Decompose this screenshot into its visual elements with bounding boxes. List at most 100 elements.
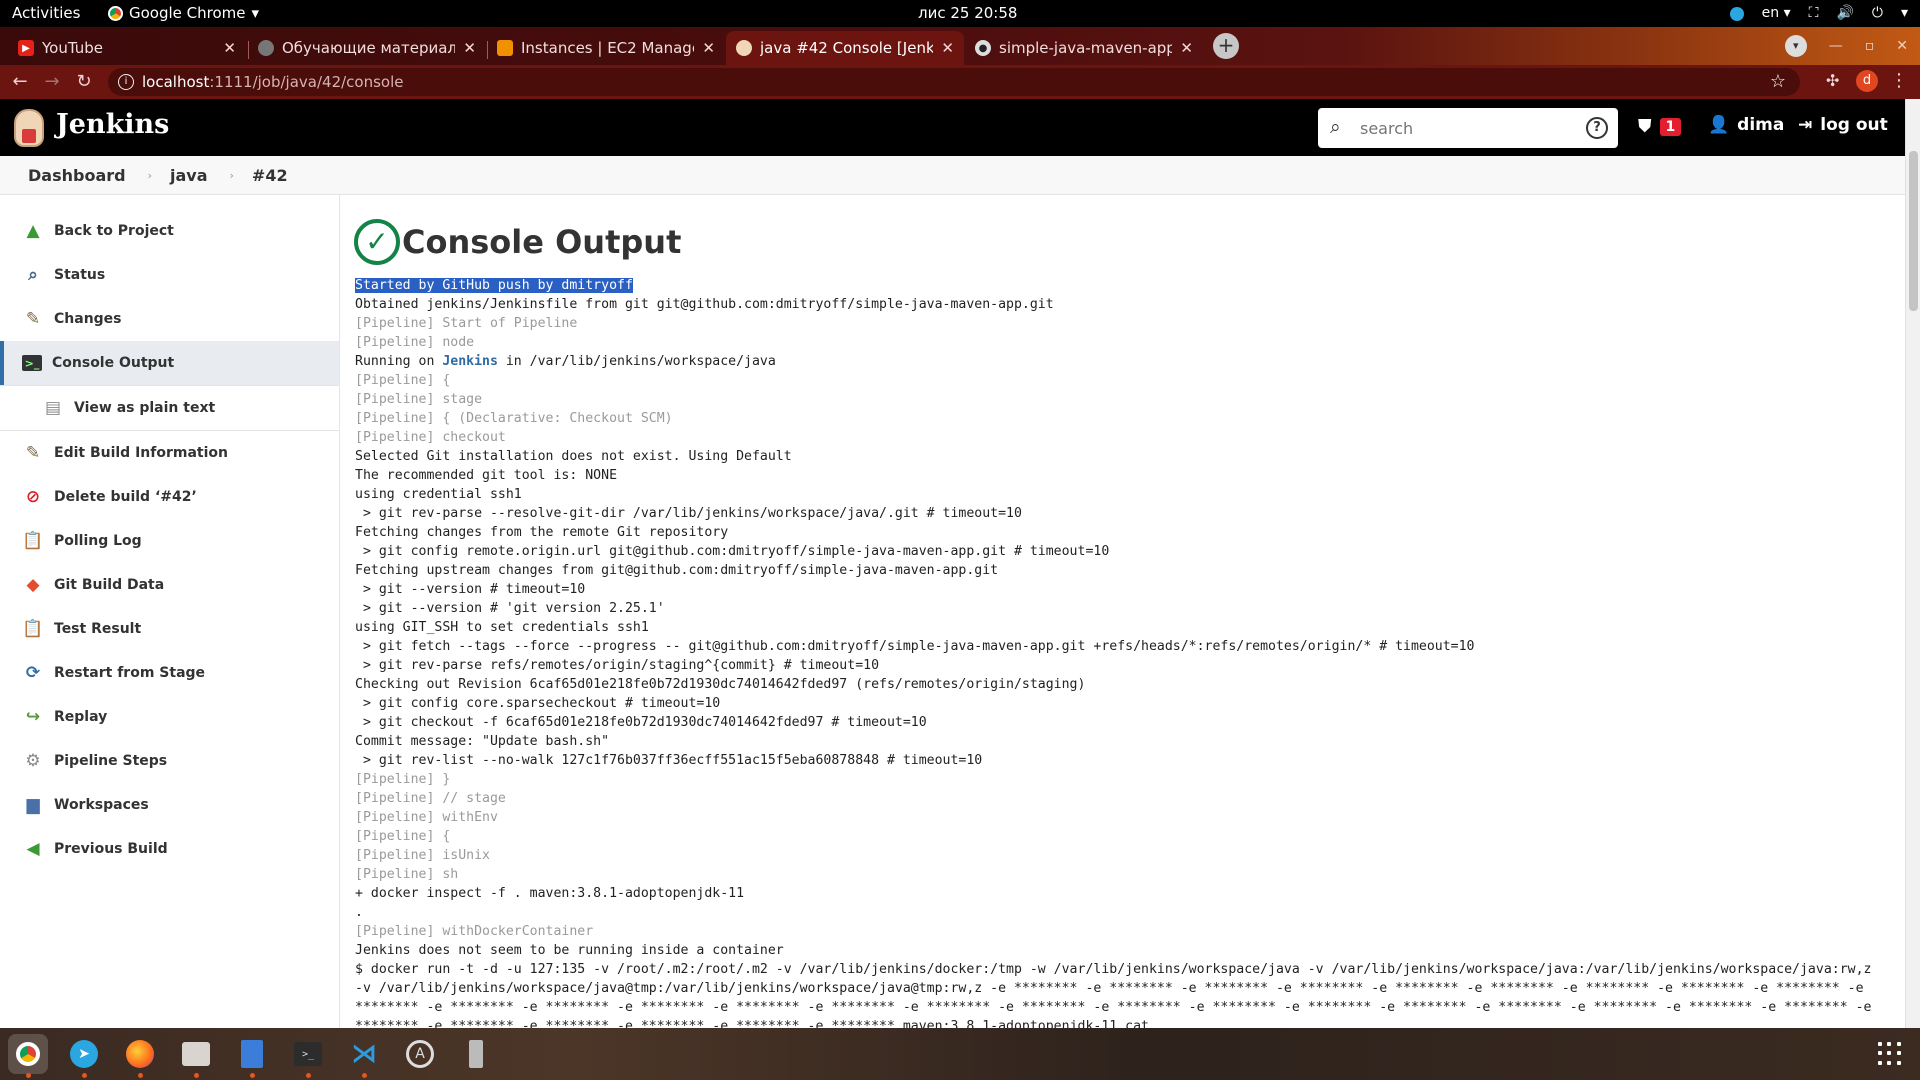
search-box[interactable]: ⌕ ?	[1318, 108, 1618, 148]
replay-icon: ↪	[25, 707, 41, 727]
ubuntu-dock: ➤ >_ ⋊ A	[0, 1028, 1920, 1080]
sidebar-item-label: View as plain text	[74, 400, 216, 416]
close-icon[interactable]: ✕	[941, 39, 954, 57]
breadcrumb-job[interactable]: java	[170, 166, 208, 185]
breadcrumb-build[interactable]: #42	[252, 166, 288, 185]
sidebar-item-label: Test Result	[54, 621, 142, 637]
sidebar-item-replay[interactable]: ↪ Replay	[0, 695, 339, 739]
tab-github[interactable]: ● simple-java-maven-app/d ✕	[965, 31, 1203, 65]
jenkins-brand[interactable]: Jenkins	[56, 109, 169, 140]
app-menu-button[interactable]: Google Chrome ▾	[108, 0, 259, 27]
chevron-down-icon[interactable]: ▾	[1901, 0, 1908, 27]
sidebar-item-label: Changes	[54, 311, 122, 327]
minimize-icon[interactable]: —	[1829, 38, 1843, 54]
back-icon[interactable]: ←	[8, 70, 32, 94]
close-icon[interactable]: ✕	[223, 39, 236, 57]
dock-firefox[interactable]	[120, 1034, 160, 1078]
chrome-menu-icon[interactable]: ⋮	[1890, 70, 1908, 91]
console-line-text: Started by GitHub push by dmitryoff	[355, 278, 633, 293]
clipboard-check-icon: 📋	[22, 619, 44, 639]
network-icon[interactable]: ⛶	[1809, 0, 1819, 27]
sidebar-item-previous-build[interactable]: ◀ Previous Build	[0, 827, 339, 871]
search-input[interactable]	[1360, 116, 1570, 140]
extensions-puzzle-icon[interactable]: ✣	[1826, 71, 1839, 90]
sidebar-item-delete-build[interactable]: ⊘ Delete build ‘#42’	[0, 475, 339, 519]
sidebar-item-status[interactable]: ⌕ Status	[0, 253, 339, 297]
jenkins-logo-icon[interactable]	[14, 109, 44, 147]
sidebar-item-git-build-data[interactable]: ◆ Git Build Data	[0, 563, 339, 607]
sidebar-item-label: Previous Build	[54, 841, 168, 857]
sidebar-item-workspaces[interactable]: ▆ Workspaces	[0, 783, 339, 827]
terminal-icon: >_	[294, 1042, 322, 1066]
console-line-text: [Pipeline] withDockerContainer	[355, 924, 594, 939]
telegram-tray-icon[interactable]	[1729, 6, 1744, 21]
sidebar-item-changes[interactable]: ✎ Changes	[0, 297, 339, 341]
info-icon[interactable]: i	[118, 74, 134, 90]
sidebar-item-console-output[interactable]: >_ Console Output	[0, 341, 339, 385]
console-line-text: Obtained jenkins/Jenkinsfile from git gi…	[355, 297, 1054, 312]
console-log[interactable]: Started by GitHub push by dmitryoff Obtai…	[355, 276, 1900, 1028]
browser-toolbar: ← → ↻ i localhost:1111/job/java/42/conso…	[0, 65, 1920, 99]
dock-document-viewer[interactable]	[232, 1034, 272, 1078]
console-line-text: ******** -e ******** -e ******** -e ****…	[355, 1000, 1872, 1015]
tab-ec2[interactable]: Instances | EC2 Management ✕	[487, 31, 725, 65]
sidebar-item-pipeline-steps[interactable]: ⚙ Pipeline Steps	[0, 739, 339, 783]
tab-learning[interactable]: Обучающие материалы ✕	[248, 31, 486, 65]
dock-chrome[interactable]	[8, 1034, 48, 1078]
dock-files[interactable]	[176, 1034, 216, 1078]
close-icon[interactable]: ✕	[463, 39, 476, 57]
dock-usb-drive[interactable]	[456, 1034, 496, 1074]
logout-link[interactable]: ⇥ log out	[1798, 115, 1888, 135]
bookmark-star-icon[interactable]: ☆	[1770, 68, 1786, 96]
clock[interactable]: лис 25 20:58	[918, 0, 1017, 27]
keyboard-layout-label: en	[1761, 5, 1780, 21]
console-line: $ docker run -t -d -u 127:135 -v /root/.…	[355, 960, 1900, 979]
console-line: Selected Git installation does not exist…	[355, 447, 1900, 466]
dock-telegram[interactable]: ➤	[64, 1034, 104, 1078]
tab-jenkins-console[interactable]: java #42 Console [Jenkins] ✕	[726, 31, 964, 65]
files-icon	[182, 1042, 210, 1066]
sidebar-item-back-to-project[interactable]: ▲ Back to Project	[0, 209, 339, 253]
url-path: :1111/job/java/42/console	[209, 73, 404, 91]
maximize-icon[interactable]: ▫	[1865, 38, 1875, 54]
security-alert[interactable]: ⛊ 1	[1638, 116, 1682, 137]
console-line: ******** -e ******** -e ******** -e ****…	[355, 1017, 1900, 1028]
console-line-text: [Pipeline] withEnv	[355, 810, 498, 825]
page-scrollbar[interactable]	[1905, 99, 1920, 1028]
running-indicator	[138, 1073, 143, 1078]
reload-icon[interactable]: ↻	[72, 70, 96, 94]
dock-vscode[interactable]: ⋊	[344, 1034, 384, 1078]
sidebar-item-polling-log[interactable]: 📋 Polling Log	[0, 519, 339, 563]
sidebar-item-test-result[interactable]: 📋 Test Result	[0, 607, 339, 651]
user-menu[interactable]: 👤 dima	[1708, 115, 1784, 135]
dock-terminal[interactable]: >_	[288, 1034, 328, 1078]
volume-icon[interactable]: 🔊	[1836, 0, 1853, 27]
user-name: dima	[1737, 115, 1785, 135]
breadcrumb-dashboard[interactable]: Dashboard	[28, 166, 126, 185]
sidebar-item-label: Edit Build Information	[54, 445, 228, 461]
usb-drive-icon	[469, 1040, 483, 1068]
forward-icon[interactable]: →	[40, 70, 64, 94]
page-title: ✓ Console Output	[354, 219, 681, 265]
sidebar-item-restart-from-stage[interactable]: ⟳ Restart from Stage	[0, 651, 339, 695]
power-icon[interactable]: ⏻	[1872, 0, 1883, 27]
close-icon[interactable]: ✕	[1180, 39, 1193, 57]
address-bar[interactable]: i localhost:1111/job/java/42/console ☆	[108, 68, 1800, 96]
sidebar-item-edit-build-info[interactable]: ✎ Edit Build Information	[0, 431, 339, 475]
close-icon[interactable]: ✕	[702, 39, 715, 57]
scrollbar-thumb[interactable]	[1909, 151, 1918, 311]
keyboard-layout[interactable]: en ▾	[1762, 0, 1791, 27]
sidebar-item-plain-text[interactable]: ▤ View as plain text	[0, 385, 339, 431]
activities-button[interactable]: Activities	[12, 0, 80, 27]
dock-software[interactable]: A	[400, 1034, 440, 1074]
node-link[interactable]: Jenkins	[442, 354, 498, 369]
page-title-text: Console Output	[402, 223, 682, 261]
new-tab-button[interactable]: +	[1213, 33, 1239, 59]
close-window-icon[interactable]: ✕	[1896, 38, 1908, 54]
profile-avatar[interactable]: d	[1856, 70, 1878, 92]
help-icon[interactable]: ?	[1586, 117, 1608, 139]
tab-search-icon[interactable]: ▾	[1784, 35, 1807, 57]
system-tray[interactable]: en ▾ ⛶ 🔊 ⏻ ▾	[1729, 0, 1908, 27]
show-applications-icon[interactable]	[1878, 1042, 1902, 1066]
tab-youtube[interactable]: ▶ YouTube ✕	[8, 31, 246, 65]
